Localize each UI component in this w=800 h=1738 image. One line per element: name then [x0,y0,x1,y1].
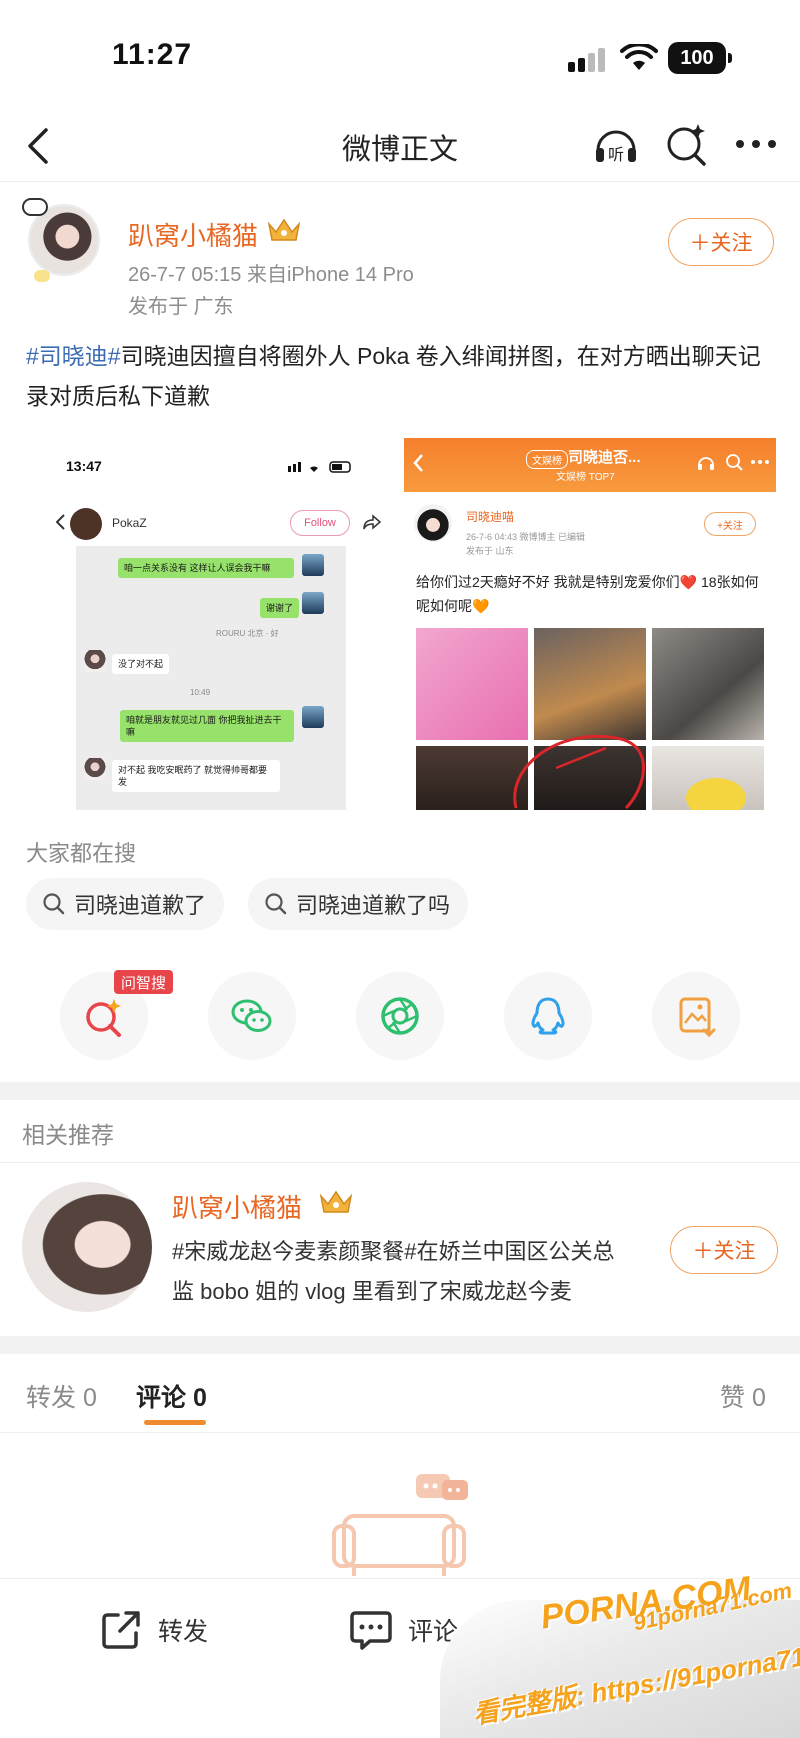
comment-icon [350,1611,392,1650]
search-icon [43,893,65,915]
tab-comment-count: 0 [192,1384,207,1412]
chat-avatar [302,592,324,614]
ai-search-badge: 问智搜 [114,970,174,994]
section-divider [0,1082,800,1100]
hashtag-link[interactable]: #司晓迪# [26,343,121,369]
screenshot-listen-icon [698,457,714,470]
search-icon [265,893,287,915]
post-location: 发布于 广东 [128,296,234,318]
post-image-weibo-screenshot[interactable]: 文娱榜 司晓迪否... 文娱榜 TOP7 司晓迪喵 26-7-6 04:43 微… [404,438,776,810]
divider [0,1162,800,1163]
post-meta: 26-7-7 05:15 来自iPhone 14 Pro [128,264,414,286]
screenshot-contact-name: PokaZ [112,516,147,530]
related-post-text[interactable]: #宋威龙赵今麦素颜聚餐#在娇兰中国区公关总监 bobo 姐的 vlog 里看到了… [172,1232,632,1312]
chat-bubble: 没了对不起 [112,654,170,674]
chat-timestamp: 10:49 [190,688,211,697]
chat-avatar [302,706,324,728]
follow-button[interactable]: ＋关注 [668,218,774,266]
screenshot-time: 13:47 [66,458,102,474]
ai-search-icon [86,999,121,1037]
hot-search-title: 大家都在搜 [26,841,137,866]
status-bar: 11:27 100 [0,0,800,110]
related-author-avatar[interactable] [22,1182,152,1312]
repost-button[interactable]: 转发 [98,1607,208,1653]
tab-comment[interactable]: 评论 0 [136,1378,207,1414]
qq-penguin-icon [531,997,565,1035]
status-time: 11:27 [112,38,193,71]
divider [0,1432,800,1433]
repost-label: 转发 [158,1618,209,1646]
wifi-icon [620,44,658,70]
save-image-icon [679,997,716,1038]
screenshot-search-icon [726,454,743,471]
chat-bubble: 咱一点关系没有 这样让人误会我干嘛 [118,558,294,578]
screenshot-photo-grid [416,628,766,810]
share-moments-button[interactable] [356,972,444,1060]
chat-bubble: 谢谢了 [260,598,300,618]
screenshot-back-icon [56,514,65,530]
screenshot-status-icons [288,461,351,473]
screenshot-more-icon [751,460,769,464]
crown-icon [319,1190,353,1213]
screenshot-subtitle: 文娱榜 TOP7 [556,472,615,483]
screenshot-text: 给你们过2天瘾好不好 我就是特别宠爱你们❤️ 18张如何呢如何呢🧡 [416,574,759,614]
empty-comments-sofa-icon [332,1474,468,1576]
signal-icon [568,48,605,72]
chat-avatar [84,758,106,780]
related-title: 相关推荐 [22,1122,114,1148]
screenshot-contact-avatar [70,508,102,540]
save-image-button[interactable] [652,972,740,1060]
screenshot-location: 发布于 山东 [466,546,514,556]
chat-avatar [84,650,106,672]
screenshot-meta: 26-7-6 04:43 微博博主 已编辑 [466,532,586,542]
author-name[interactable]: 趴窝小橘猫 [128,216,258,253]
related-follow-button[interactable]: ＋关注 [670,1226,778,1274]
wechat-icon [231,999,272,1032]
screenshot-back-icon [413,454,423,472]
chat-area: 咱一点关系没有 这样让人误会我干嘛 谢谢了 ROURU 北京 · 好 没了对不起… [76,546,346,810]
tab-comment-label: 评论 [136,1384,187,1412]
share-wechat-button[interactable] [208,972,296,1060]
post-image-chat-screenshot[interactable]: 13:47 PokaZ Follow 咱一点关系没有 这样让人误会我干嘛 谢谢了… [56,438,392,810]
crown-icon [267,218,301,241]
tab-like[interactable]: 赞 0 [720,1378,766,1414]
nav-bar: 微博正文 听 [0,110,800,182]
moments-aperture-icon [381,997,419,1035]
screenshot-author-avatar [414,504,452,542]
hot-search-label: 司晓迪道歉了吗 [296,893,451,918]
emoji-sticker [686,778,746,810]
tab-repost[interactable]: 转发 0 [26,1378,97,1414]
chat-location-tag: ROURU 北京 · 好 [216,629,279,638]
comment-button[interactable]: 评论 [348,1607,458,1653]
tab-active-indicator [144,1420,206,1425]
headphone-listen-icon[interactable]: 听 [592,120,640,168]
repost-icon [102,1611,140,1649]
chat-bubble: 咱就是朋友就见过几面 你把我扯进去干嘛 [120,710,294,742]
avatar-decoration [34,270,50,282]
post-text: #司晓迪#司晓迪因擅自将圈外人 Poka 卷入绯闻拼图，在对方晒出聊天记录对质后… [26,336,776,416]
svg-text:听: 听 [608,145,624,164]
post-content: 司晓迪因擅自将圈外人 Poka 卷入绯闻拼图，在对方晒出聊天记录对质后私下道歉 [26,343,761,409]
ai-search-icon[interactable] [664,120,708,168]
grid-photo [652,628,764,740]
avatar-decoration [22,198,48,216]
screenshot-follow: Follow [290,510,350,536]
more-icon[interactable] [732,122,780,166]
related-author-name[interactable]: 趴窝小橘猫 [172,1188,302,1225]
battery-indicator: 100 [668,42,732,74]
section-divider [0,1336,800,1354]
share-qq-button[interactable] [504,972,592,1060]
screenshot-author-name: 司晓迪喵 [466,510,515,524]
hot-search-chip[interactable]: 司晓迪道歉了 [26,878,225,930]
screenshot-follow: +关注 [704,512,756,536]
screenshot-rank-badge: 文娱榜 [526,450,568,469]
red-circle-annotation [513,735,645,810]
hot-search-chip[interactable]: 司晓迪道歉了吗 [248,878,469,930]
chat-avatar [302,554,324,576]
screenshot-title: 司晓迪否... [568,449,641,466]
screenshot-share-icon [363,514,382,530]
hot-search-label: 司晓迪道歉了 [74,893,207,918]
chat-bubble: 对不起 我吃安眠药了 就觉得帅哥都要发 [112,760,280,792]
